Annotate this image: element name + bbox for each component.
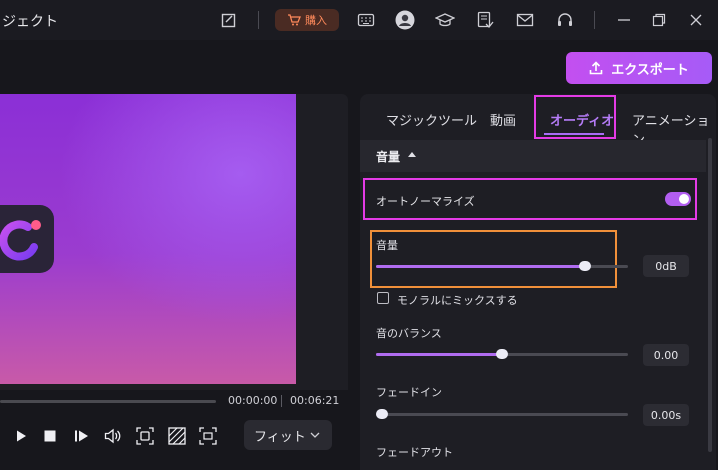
export-button[interactable]: エクスポート (566, 52, 712, 84)
fullscreen-icon[interactable] (197, 425, 219, 447)
toggle-knob (679, 194, 689, 204)
properties-panel: マジックツール 動画 オーディオ アニメーション 音量 オートノーマライズ 音量… (360, 94, 716, 470)
slider-thumb[interactable] (496, 349, 508, 359)
volume-label: 音量 (376, 239, 398, 252)
app-logo (0, 205, 54, 273)
headset-icon[interactable] (555, 10, 575, 30)
buy-label: 購入 (305, 14, 327, 27)
divider (258, 11, 259, 29)
project-title: ジェクト (2, 14, 58, 30)
seek-bar[interactable] (0, 400, 216, 403)
volume-section-header[interactable]: 音量 (360, 140, 706, 172)
active-tab-indicator (544, 133, 604, 135)
tab-magic-tools[interactable]: マジックツール (386, 110, 477, 129)
chevron-down-icon (310, 432, 320, 438)
fade-out-label: フェードアウト (376, 446, 453, 459)
volume-value[interactable]: 0dB (643, 255, 689, 277)
divider (594, 11, 595, 29)
cart-icon (287, 14, 301, 26)
mono-mix-checkbox[interactable] (377, 292, 389, 304)
panel-scrollbar[interactable] (708, 138, 712, 452)
video-preview (0, 94, 348, 390)
caret-up-icon (408, 152, 416, 157)
snapshot-icon[interactable] (134, 425, 156, 447)
keyboard-icon[interactable] (356, 10, 376, 30)
upload-icon (589, 61, 603, 75)
current-time: 00:00:00 (228, 394, 278, 407)
document-check-icon[interactable] (475, 10, 495, 30)
fade-in-slider[interactable] (376, 409, 628, 419)
mail-icon[interactable] (515, 10, 535, 30)
time-divider (281, 395, 282, 407)
next-frame-icon[interactable] (71, 425, 93, 447)
close-icon[interactable] (686, 10, 706, 30)
mono-mix-label: モノラルにミックスする (397, 294, 518, 307)
stop-icon[interactable] (39, 425, 61, 447)
minimize-icon[interactable] (614, 10, 634, 30)
volume-icon[interactable] (102, 425, 124, 447)
section-title: 音量 (376, 150, 401, 164)
fade-in-label: フェードイン (376, 386, 442, 399)
play-icon[interactable] (10, 425, 32, 447)
volume-slider[interactable] (376, 261, 628, 271)
safe-zone-icon[interactable] (166, 425, 188, 447)
restore-icon[interactable] (649, 10, 669, 30)
edit-note-icon[interactable] (219, 10, 239, 30)
volume-highlight (370, 230, 617, 288)
slider-thumb[interactable] (579, 261, 592, 271)
avatar-icon[interactable] (395, 10, 415, 30)
slider-fill (376, 265, 586, 268)
auto-normalize-label: オートノーマライズ (376, 195, 475, 208)
slider-thumb[interactable] (376, 409, 388, 419)
export-label: エクスポート (611, 62, 689, 78)
fit-dropdown[interactable]: フィット (244, 420, 332, 450)
total-time: 00:06:21 (290, 394, 340, 407)
balance-value[interactable]: 0.00 (643, 344, 689, 366)
graduation-cap-icon[interactable] (435, 10, 455, 30)
tab-video[interactable]: 動画 (490, 110, 516, 129)
title-bar: ジェクト 購入 (0, 0, 718, 40)
buy-button[interactable]: 購入 (275, 9, 339, 31)
fit-label: フィット (254, 429, 306, 445)
balance-label: 音のバランス (376, 327, 442, 340)
balance-slider[interactable] (376, 349, 628, 359)
slider-fill (376, 353, 502, 356)
auto-normalize-toggle[interactable] (665, 192, 691, 206)
fade-in-value[interactable]: 0.00s (643, 404, 689, 426)
